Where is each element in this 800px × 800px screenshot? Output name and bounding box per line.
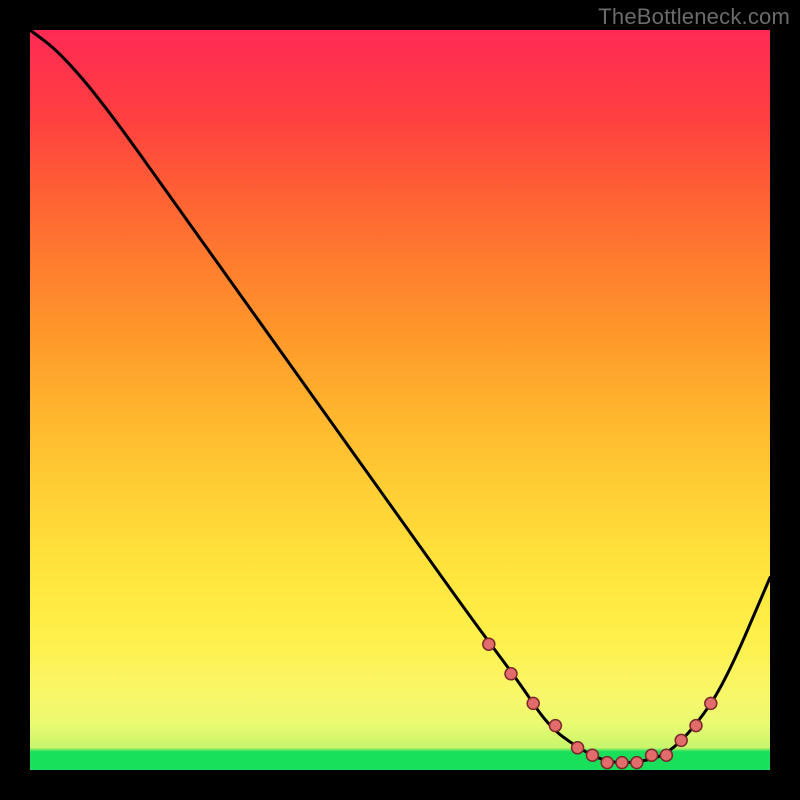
highlight-dot (505, 668, 517, 680)
bottleneck-curve (30, 30, 770, 763)
chart-frame: TheBottleneck.com (0, 0, 800, 800)
chart-svg (30, 30, 770, 770)
highlight-dot (675, 734, 687, 746)
highlight-dot (631, 757, 643, 769)
highlight-dot (527, 697, 539, 709)
highlight-dots (483, 638, 717, 768)
chart-plot-area (30, 30, 770, 770)
highlight-dot (616, 757, 628, 769)
highlight-dot (690, 720, 702, 732)
watermark-text: TheBottleneck.com (598, 4, 790, 30)
highlight-dot (660, 749, 672, 761)
highlight-dot (549, 720, 561, 732)
highlight-dot (601, 757, 613, 769)
highlight-dot (646, 749, 658, 761)
highlight-dot (572, 742, 584, 754)
highlight-dot (705, 697, 717, 709)
highlight-dot (483, 638, 495, 650)
highlight-dot (586, 749, 598, 761)
